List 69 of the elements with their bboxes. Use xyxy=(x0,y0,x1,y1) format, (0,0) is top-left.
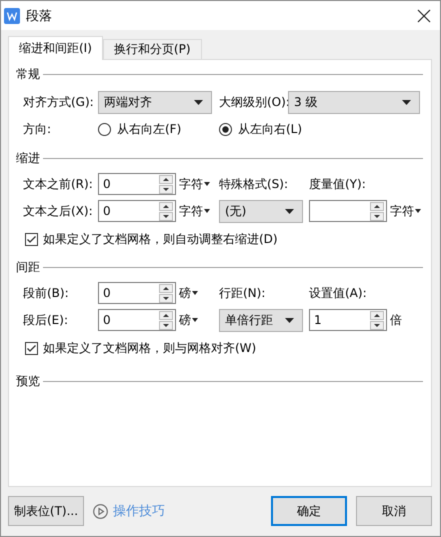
radio-button[interactable] xyxy=(219,122,232,136)
field-label: 对齐方式(G): xyxy=(23,94,95,111)
radio-label: 从左向右(L) xyxy=(238,120,302,138)
spin-down-icon[interactable] xyxy=(159,212,173,220)
ok-button[interactable]: 确定 xyxy=(271,496,347,526)
spin-down-icon[interactable] xyxy=(159,184,173,194)
caret-icon xyxy=(204,209,210,213)
spin-field[interactable]: 0 xyxy=(98,282,176,304)
radio-label: 从右向左(F) xyxy=(117,120,182,138)
caret-icon xyxy=(192,318,198,322)
spin-down-icon[interactable] xyxy=(370,212,384,220)
tab[interactable]: 缩进和间距(I) xyxy=(8,36,103,60)
field-label: 设置值(A): xyxy=(309,284,367,302)
checkbox[interactable] xyxy=(25,342,38,354)
section-heading: 常规 xyxy=(16,66,40,82)
spin-up-icon[interactable] xyxy=(370,202,384,210)
spin-field[interactable]: 0 xyxy=(98,200,176,222)
app-icon xyxy=(4,8,20,24)
close-icon[interactable] xyxy=(417,8,431,22)
radio-button[interactable] xyxy=(98,122,111,136)
spin-down-icon[interactable] xyxy=(159,320,173,330)
tab[interactable]: 换行和分页(P) xyxy=(102,39,202,59)
unit-dropdown[interactable]: 磅 xyxy=(176,283,219,303)
dropdown[interactable]: 单倍行距 xyxy=(219,308,303,332)
spin-up-icon[interactable] xyxy=(159,310,173,320)
checkbox-label: 如果定义了文档网格，则自动调整右缩进(D) xyxy=(43,230,278,248)
unit-dropdown[interactable]: 字符 xyxy=(387,201,423,221)
dropdown[interactable]: (无) xyxy=(219,200,303,222)
spin-up-icon[interactable] xyxy=(370,310,384,320)
dropdown[interactable]: 3 级 xyxy=(288,91,420,114)
spin-field[interactable]: 0 xyxy=(98,309,176,331)
spin-field[interactable] xyxy=(309,200,387,222)
field-label: 文本之前(R): xyxy=(23,176,94,192)
spin-field[interactable]: 0 xyxy=(98,173,176,195)
spin-up-icon[interactable] xyxy=(159,202,173,210)
spin-up-icon[interactable] xyxy=(159,284,173,292)
caret-icon xyxy=(285,208,294,214)
field-label: 文本之后(X): xyxy=(23,202,94,220)
field-label: 段后(E): xyxy=(23,312,69,328)
field-label: 段前(B): xyxy=(23,284,70,302)
unit-dropdown[interactable]: 磅 xyxy=(176,310,219,330)
unit-dropdown[interactable]: 字符 xyxy=(176,201,219,221)
section-heading: 缩进 xyxy=(16,150,40,166)
tab-stops-button[interactable]: 制表位(T)... xyxy=(8,496,84,526)
caret-icon xyxy=(204,182,210,186)
window-title: 段落 xyxy=(26,8,53,24)
field-label: 特殊格式(S): xyxy=(219,176,290,192)
dropdown[interactable]: 两端对齐 xyxy=(98,91,212,114)
spin-down-icon[interactable] xyxy=(159,294,173,302)
caret-icon xyxy=(402,100,411,105)
caret-icon xyxy=(192,291,198,295)
unit-dropdown[interactable]: 字符 xyxy=(176,174,219,194)
play-icon[interactable] xyxy=(93,504,108,518)
cancel-button[interactable]: 取消 xyxy=(356,496,432,526)
caret-icon xyxy=(415,209,421,213)
unit-label: 倍 xyxy=(389,312,403,328)
caret-icon xyxy=(194,100,203,105)
field-label: 度量值(Y): xyxy=(309,176,366,192)
section-heading: 预览 xyxy=(16,372,40,390)
section-heading: 间距 xyxy=(16,258,40,276)
spin-down-icon[interactable] xyxy=(370,320,384,330)
field-label: 大纲级别(O): xyxy=(219,94,288,111)
field-label: 方向: xyxy=(23,120,52,138)
field-label: 行距(N): xyxy=(219,284,266,302)
spin-up-icon[interactable] xyxy=(159,174,173,184)
spin-field[interactable]: 1 xyxy=(309,309,387,331)
checkbox[interactable] xyxy=(25,232,38,246)
caret-icon xyxy=(285,318,294,322)
checkbox-label: 如果定义了文档网格，则与网格对齐(W) xyxy=(43,340,256,356)
